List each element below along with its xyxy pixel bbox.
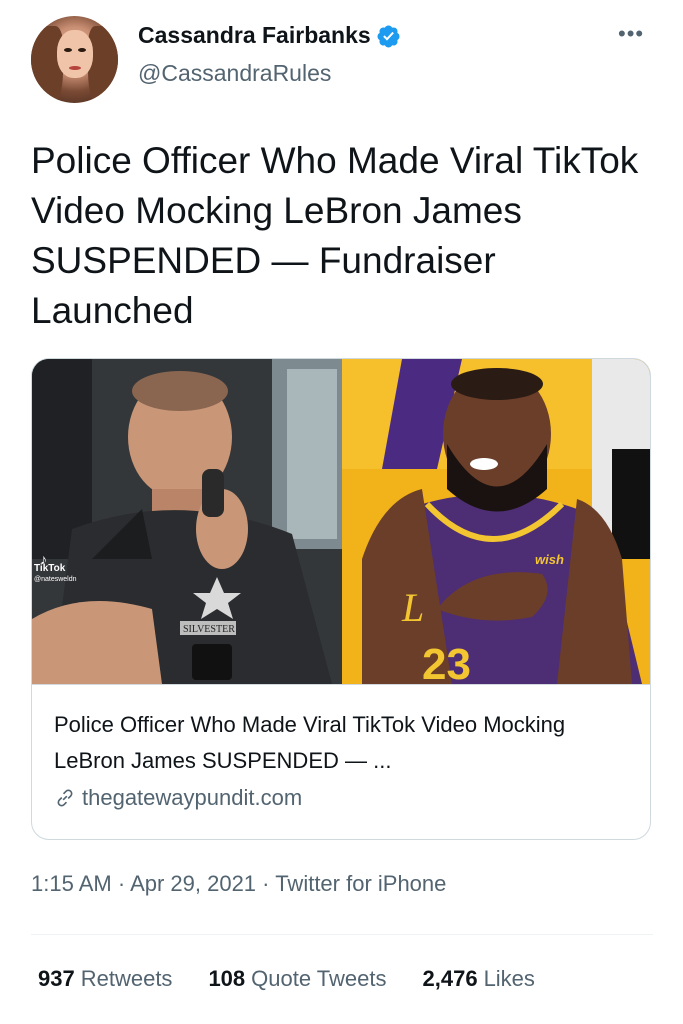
likes-label: Likes [483, 966, 535, 991]
retweets-stat[interactable]: 937 Retweets [38, 966, 172, 992]
jersey-number: 23 [422, 640, 471, 684]
link-icon [57, 789, 73, 807]
card-caption[interactable]: Police Officer Who Made Viral TikTok Vid… [32, 684, 650, 839]
author-name[interactable]: Cassandra Fairbanks [138, 22, 371, 49]
officer-illustration: SILVESTER ♪ TikTok @natesweldn [32, 359, 342, 684]
avatar-eye-left [64, 48, 72, 52]
card-image-officer: SILVESTER ♪ TikTok @natesweldn [32, 359, 342, 684]
author-name-row[interactable]: Cassandra Fairbanks [138, 22, 401, 49]
retweets-label: Retweets [80, 966, 173, 991]
link-card[interactable]: SILVESTER ♪ TikTok @natesweldn L wish 23… [31, 358, 651, 840]
verified-badge-icon [377, 25, 400, 47]
tiktok-user: @natesweldn [34, 576, 77, 583]
quote-tweets-stat[interactable]: 108 Quote Tweets [208, 966, 386, 992]
tweet-source[interactable]: Twitter for iPhone [275, 871, 446, 896]
engagement-stats: 937 Retweets 108 Quote Tweets 2,476 Likes [38, 966, 571, 992]
card-image[interactable]: SILVESTER ♪ TikTok @natesweldn L wish 23 [32, 359, 650, 684]
player-illustration: L wish 23 [342, 359, 650, 684]
avatar[interactable] [31, 16, 118, 103]
badge-text: SILVESTER [183, 624, 235, 635]
likes-stat[interactable]: 2,476 Likes [423, 966, 535, 992]
avatar-eye-right [78, 48, 86, 52]
retweets-count: 937 [38, 966, 75, 991]
svg-text:L: L [401, 585, 424, 630]
tweet-time[interactable]: 1:15 AM [31, 871, 112, 896]
meta-separator: · [256, 871, 276, 896]
likes-count: 2,476 [422, 966, 478, 991]
card-image-player: L wish 23 [342, 359, 650, 684]
avatar-hair-right [88, 26, 118, 103]
tweet-meta: 1:15 AM · Apr 29, 2021 · Twitter for iPh… [31, 871, 446, 897]
more-options-icon[interactable]: ••• [618, 23, 644, 45]
avatar-face [57, 30, 93, 78]
card-domain[interactable]: thegatewaypundit.com [82, 785, 302, 811]
card-domain-row[interactable]: thegatewaypundit.com [54, 785, 302, 811]
meta-separator: · [111, 871, 131, 896]
quote-tweets-label: Quote Tweets [251, 966, 387, 991]
quote-tweets-count: 108 [208, 966, 246, 991]
tweet-date[interactable]: Apr 29, 2021 [130, 871, 256, 896]
divider [31, 934, 653, 935]
tiktok-label: TikTok [34, 563, 66, 574]
tweet-text: Police Officer Who Made Viral TikTok Vid… [31, 140, 639, 331]
card-title[interactable]: Police Officer Who Made Viral TikTok Vid… [54, 707, 614, 779]
author-handle[interactable]: @CassandraRules [138, 60, 331, 87]
jersey-sponsor: wish [535, 552, 564, 567]
avatar-lips [69, 66, 81, 70]
